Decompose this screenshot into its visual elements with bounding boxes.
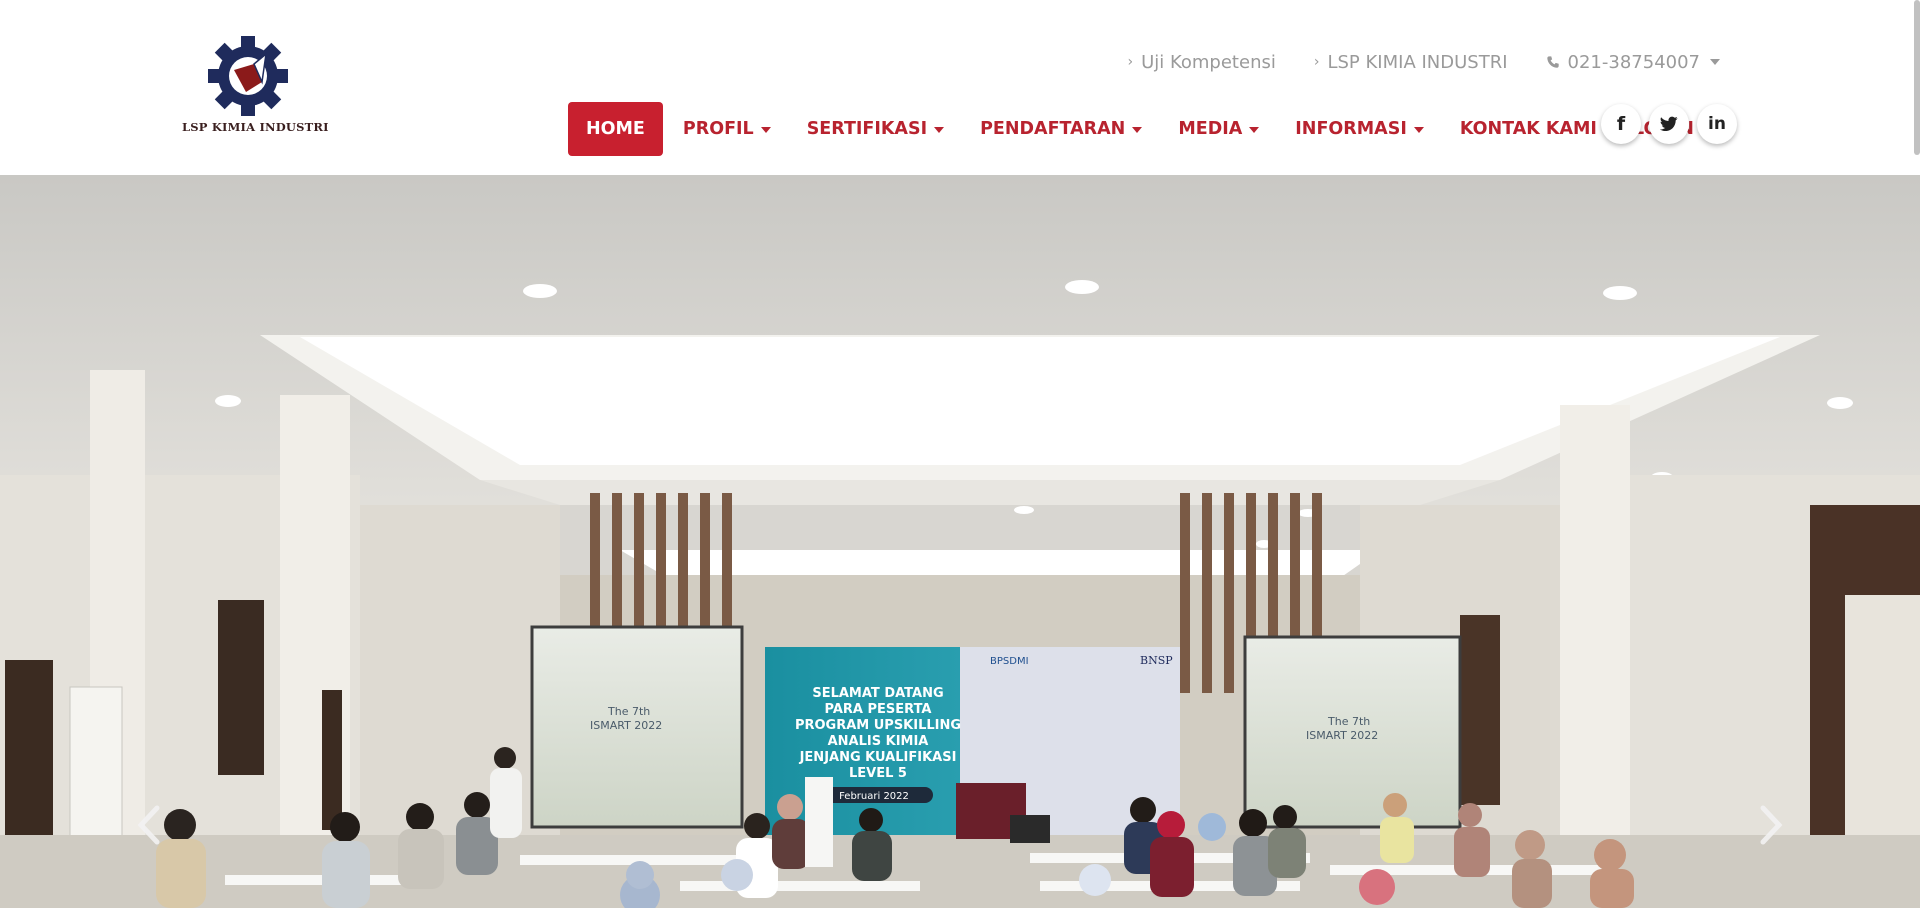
topbar-link-uji-kompetensi[interactable]: › Uji Kompetensi	[1127, 52, 1275, 73]
main-nav: HOME PROFIL SERTIFIKASI PENDAFTARAN MEDI…	[568, 102, 1712, 156]
linkedin-icon: in	[1708, 114, 1726, 134]
nav-item-label: KONTAK KAMI	[1459, 119, 1597, 139]
nav-item-home[interactable]: HOME	[568, 102, 663, 156]
logo-text: LSP KIMIA INDUSTRI	[182, 120, 329, 134]
topbar-link-lsp-kimia-industri[interactable]: › LSP KIMIA INDUSTRI	[1314, 52, 1508, 73]
svg-text:PARA PESERTA: PARA PESERTA	[825, 702, 932, 717]
caret-down-icon	[1413, 126, 1424, 133]
slider-next-button[interactable]	[1752, 795, 1792, 855]
nav-item-label: INFORMASI	[1295, 119, 1407, 139]
phone-number: 021-38754007	[1567, 51, 1700, 73]
phone-icon	[1546, 56, 1559, 68]
chevron-down-icon	[1710, 59, 1720, 65]
topbar-link-label: Uji Kompetensi	[1141, 51, 1276, 73]
chevron-left-icon	[137, 805, 160, 845]
nav-item-label: SERTIFIKASI	[806, 119, 928, 139]
svg-text:JENJANG KUALIFIKASI: JENJANG KUALIFIKASI	[799, 750, 957, 765]
nav-item-kontak-kami[interactable]: KONTAK KAMI	[1442, 102, 1615, 156]
chevron-right-icon: ›	[1127, 54, 1134, 70]
gear-logo-icon	[208, 36, 288, 116]
twitter-button[interactable]	[1649, 104, 1689, 144]
caret-down-icon	[1132, 126, 1143, 133]
caret-down-icon	[934, 126, 945, 133]
site-header: LSP KIMIA INDUSTRI › Uji Kompetensi › LS…	[0, 0, 1920, 175]
chevron-right-icon: ›	[1313, 54, 1320, 70]
nav-item-label: PROFIL	[682, 119, 754, 139]
svg-text:BPSDMI: BPSDMI	[990, 656, 1029, 667]
hero-photo: The 7th ISMART 2022 The 7th ISMART 2022 …	[0, 175, 1920, 908]
svg-text:LEVEL 5: LEVEL 5	[849, 766, 907, 781]
nav-item-informasi[interactable]: INFORMASI	[1277, 102, 1442, 156]
nav-item-media[interactable]: MEDIA	[1160, 102, 1277, 156]
caret-down-icon	[1249, 126, 1260, 133]
svg-text:SELAMAT DATANG: SELAMAT DATANG	[812, 686, 943, 701]
nav-item-pendaftaran[interactable]: PENDAFTARAN	[962, 102, 1160, 156]
page: LSP KIMIA INDUSTRI › Uji Kompetensi › LS…	[0, 0, 1920, 908]
nav-item-label: PENDAFTARAN	[980, 119, 1126, 139]
svg-text:BNSP: BNSP	[1140, 654, 1173, 667]
svg-text:Februari 2022: Februari 2022	[839, 791, 909, 802]
slider-prev-button[interactable]	[128, 795, 168, 855]
linkedin-button[interactable]: in	[1697, 104, 1737, 144]
nav-item-sertifikasi[interactable]: SERTIFIKASI	[789, 102, 962, 156]
svg-text:PROGRAM UPSKILLING: PROGRAM UPSKILLING	[795, 718, 961, 733]
topbar-phone[interactable]: 021-38754007	[1546, 52, 1720, 73]
caret-down-icon	[760, 126, 771, 133]
twitter-icon	[1660, 116, 1678, 132]
hero-slider: The 7th ISMART 2022 The 7th ISMART 2022 …	[0, 175, 1920, 908]
nav-item-profil[interactable]: PROFIL	[665, 102, 789, 156]
chevron-right-icon	[1760, 805, 1783, 845]
svg-text:ANALIS KIMIA: ANALIS KIMIA	[828, 734, 929, 749]
social-links: f in	[1601, 104, 1737, 144]
site-logo[interactable]: LSP KIMIA INDUSTRI	[182, 34, 329, 144]
topbar: › Uji Kompetensi › LSP KIMIA INDUSTRI 02…	[1127, 50, 1720, 74]
page-scrollbar[interactable]	[1914, 0, 1920, 155]
topbar-link-label: LSP KIMIA INDUSTRI	[1327, 51, 1508, 73]
facebook-icon: f	[1616, 113, 1626, 135]
facebook-button[interactable]: f	[1601, 104, 1641, 144]
nav-item-label: MEDIA	[1178, 119, 1243, 139]
nav-item-label: HOME	[586, 119, 645, 139]
